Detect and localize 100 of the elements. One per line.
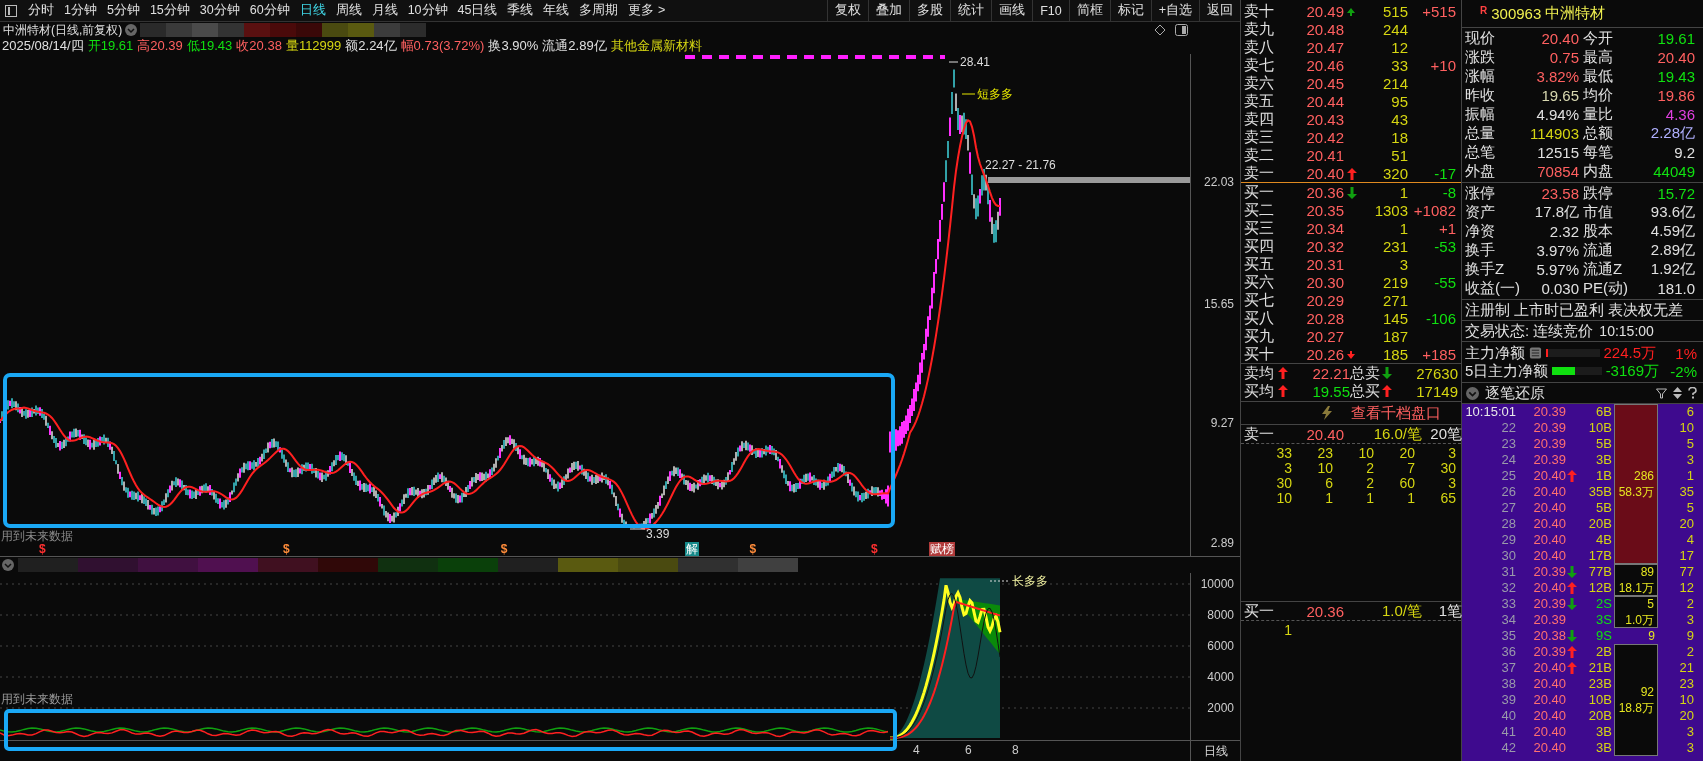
period-tab[interactable]: 5分钟: [101, 0, 145, 21]
depth-link[interactable]: 查看千档盘口: [1351, 403, 1441, 423]
stat-label: 收益(一): [1465, 279, 1521, 298]
dollar-marker[interactable]: $: [38, 542, 47, 556]
dollar-marker[interactable]: $: [282, 542, 291, 556]
tick-volume: 9S: [1595, 628, 1612, 644]
help-icon[interactable]: [1688, 387, 1697, 399]
period-tab[interactable]: 1分钟: [59, 0, 102, 21]
panel-toggle-icon[interactable]: [1175, 24, 1188, 36]
stat-value: 20.40: [1656, 49, 1696, 66]
tick-price: 20.40: [1532, 660, 1566, 676]
summary-label: 卖均: [1244, 363, 1275, 383]
summary-value: 17149: [1415, 382, 1458, 400]
period-tab[interactable]: 60分钟: [244, 0, 295, 21]
axis-label: 9.27: [1210, 416, 1234, 430]
price-value: 20.34: [1305, 220, 1344, 237]
period-tab[interactable]: 日线: [294, 0, 331, 21]
period-tab[interactable]: 15分钟: [144, 0, 195, 21]
tick-price: 20.40: [1532, 484, 1566, 500]
dollar-marker[interactable]: $: [748, 542, 758, 556]
price-value: 20.35: [1305, 202, 1344, 219]
document-icon[interactable]: [1529, 346, 1542, 360]
axis-label: 4000: [1207, 670, 1234, 684]
tick-price: 20.39: [1532, 564, 1566, 580]
stat-label: 振幅: [1465, 105, 1496, 124]
filter-icon[interactable]: [1656, 387, 1667, 399]
tick-count: 21: [1678, 660, 1694, 676]
change-value: -8: [1442, 184, 1456, 201]
tick-price: 20.40: [1532, 724, 1566, 740]
price-value: 20.27: [1305, 328, 1344, 345]
dollar-marker[interactable]: $: [869, 542, 879, 556]
period-tab[interactable]: 30分钟: [194, 0, 245, 21]
period-tab[interactable]: 更多 >: [623, 0, 671, 21]
level-label: 卖五: [1244, 92, 1275, 111]
stat-label: 资产: [1465, 203, 1496, 222]
stat-label: 涨跌: [1465, 48, 1496, 67]
stat-label: 总量: [1465, 124, 1496, 143]
period-tab[interactable]: 45日线: [452, 0, 503, 21]
tick-volume: 21B: [1587, 660, 1612, 676]
panel-toggle-icon[interactable]: [5, 4, 17, 17]
period-tab[interactable]: 季线: [502, 0, 539, 21]
dollar-marker[interactable]: $: [499, 542, 509, 556]
tick-volume: 6B: [1595, 404, 1612, 420]
level-label: 买四: [1244, 237, 1275, 256]
tick-count: 20: [1678, 516, 1694, 532]
quote-field: 收20.38: [236, 37, 282, 55]
chevron-icon[interactable]: [125, 24, 138, 36]
stat-value: 44049: [1652, 163, 1696, 180]
tick-volume: 3B: [1595, 452, 1612, 468]
tick-time: 41: [1500, 724, 1516, 740]
group-amount: 18.8万: [1618, 700, 1654, 716]
event-badge[interactable]: 解: [685, 542, 700, 556]
queue-price: 20.40: [1305, 426, 1344, 443]
stat-value: 3.97%: [1535, 242, 1580, 259]
order-size: 6: [1324, 476, 1333, 491]
stat-label: 市值: [1582, 203, 1614, 222]
order-size: 30: [1275, 476, 1292, 491]
period-tab[interactable]: 月线: [366, 0, 403, 21]
diamond-icon[interactable]: [1154, 24, 1166, 36]
level-label: 卖三: [1244, 128, 1275, 147]
stat-value: 2.32: [1548, 223, 1580, 240]
volume-value: 515: [1381, 3, 1408, 20]
stat-label: 今开: [1582, 29, 1614, 48]
tick-price: 20.40: [1532, 516, 1566, 532]
summary-label: 买均: [1244, 381, 1275, 401]
period-tab[interactable]: 多周期: [574, 0, 624, 21]
high-price-label: 28.41: [960, 55, 991, 69]
period-tab[interactable]: 10分钟: [402, 0, 453, 21]
listing-tags: 注册制 上市时已盈利 表决权无差: [1465, 300, 1684, 320]
signal-label: 长多多: [1012, 574, 1048, 588]
chevron-icon[interactable]: [1466, 386, 1479, 400]
stat-value: 19.43: [1656, 68, 1696, 85]
tick-volume: 17B: [1587, 548, 1612, 564]
chevron-icon[interactable]: [2, 559, 14, 571]
event-badge[interactable]: 赋榜: [929, 542, 956, 556]
volume-value: 244: [1381, 21, 1408, 38]
tick-time: 29: [1500, 532, 1516, 548]
queue-average: 1.0/笔: [1380, 602, 1422, 621]
group-count: 5: [1647, 596, 1654, 612]
stat-value: 0.030: [1540, 280, 1580, 297]
level-label: 卖八: [1244, 38, 1275, 57]
warning-text: 用到未来数据: [1, 692, 73, 706]
low-price-label: 3.39: [646, 527, 670, 541]
stat-label: 均价: [1582, 86, 1614, 105]
sort-icon[interactable]: [1673, 387, 1682, 399]
stat-value: 0.75: [1548, 49, 1580, 66]
period-tab[interactable]: 年线: [538, 0, 575, 21]
stat-label: 内盘: [1582, 162, 1614, 181]
stat-label: 换手: [1465, 241, 1496, 260]
order-size: 1: [1283, 623, 1292, 638]
period-tab[interactable]: 周线: [330, 0, 367, 21]
quote-field: 幅0.73(3.72%): [400, 37, 485, 55]
axis-label: 6000: [1207, 639, 1234, 653]
tick-volume: 5B: [1595, 500, 1612, 516]
price-value: 20.30: [1305, 274, 1344, 291]
order-size: 65: [1439, 491, 1456, 506]
tick-price: 20.40: [1532, 740, 1566, 756]
period-tab[interactable]: 分时: [23, 0, 59, 21]
tick-count: 77: [1678, 564, 1694, 580]
stat-value: 20.40: [1540, 30, 1580, 47]
